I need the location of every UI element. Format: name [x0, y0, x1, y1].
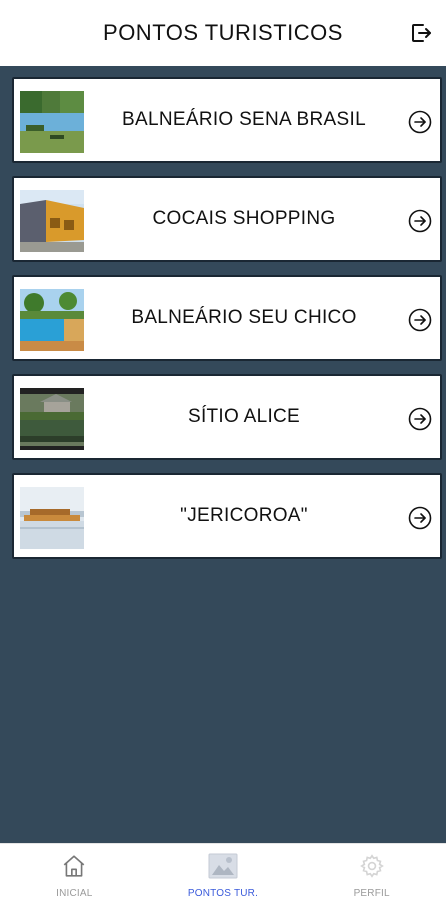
arrow-right-circle-icon	[408, 506, 432, 530]
app-header: PONTOS TURISTICOS	[0, 0, 446, 66]
logout-button[interactable]	[408, 20, 434, 46]
page-title: PONTOS TURISTICOS	[103, 20, 343, 45]
bottom-navigation: INICIAL PONTOS TUR. PERFIL	[0, 843, 446, 900]
place-card-sitio-alice[interactable]: SÍTIO ALICE	[12, 374, 442, 460]
place-label: "JERICOROA"	[180, 505, 308, 526]
place-label: BALNEÁRIO SENA BRASIL	[122, 109, 366, 130]
gear-icon	[357, 852, 387, 880]
home-icon	[59, 852, 89, 880]
nav-label: PONTOS TUR.	[187, 888, 259, 899]
arrow-right-circle-icon	[408, 110, 432, 134]
logout-icon	[412, 24, 431, 42]
nav-item-pontos-tur[interactable]: PONTOS TUR.	[149, 844, 298, 900]
place-label: SÍTIO ALICE	[187, 406, 301, 427]
arrow-right-circle-icon	[408, 407, 432, 431]
shopping-building-photo	[20, 190, 84, 252]
place-card-balneario-sena-brasil[interactable]: BALNEÁRIO SENA BRASIL	[12, 77, 442, 163]
place-card-jericoroa[interactable]: "JERICOROA"	[12, 473, 442, 559]
river-boat-photo	[20, 487, 84, 549]
nav-label: PERFIL	[353, 888, 390, 899]
nav-label: INICIAL	[56, 888, 93, 899]
image-icon	[208, 852, 238, 880]
arrow-right-circle-icon	[408, 308, 432, 332]
pool-park-photo	[20, 91, 84, 153]
place-card-balneario-seu-chico[interactable]: BALNEÁRIO SEU CHICO	[12, 275, 442, 361]
arrow-right-circle-icon	[408, 209, 432, 233]
place-label: BALNEÁRIO SEU CHICO	[131, 307, 357, 328]
place-card-cocais-shopping[interactable]: COCAIS SHOPPING	[12, 176, 442, 262]
pool-photo	[20, 289, 84, 351]
nav-item-perfil[interactable]: PERFIL	[297, 844, 446, 900]
nav-item-inicial[interactable]: INICIAL	[0, 844, 149, 900]
lake-photo	[20, 388, 84, 450]
place-label: COCAIS SHOPPING	[152, 208, 336, 229]
